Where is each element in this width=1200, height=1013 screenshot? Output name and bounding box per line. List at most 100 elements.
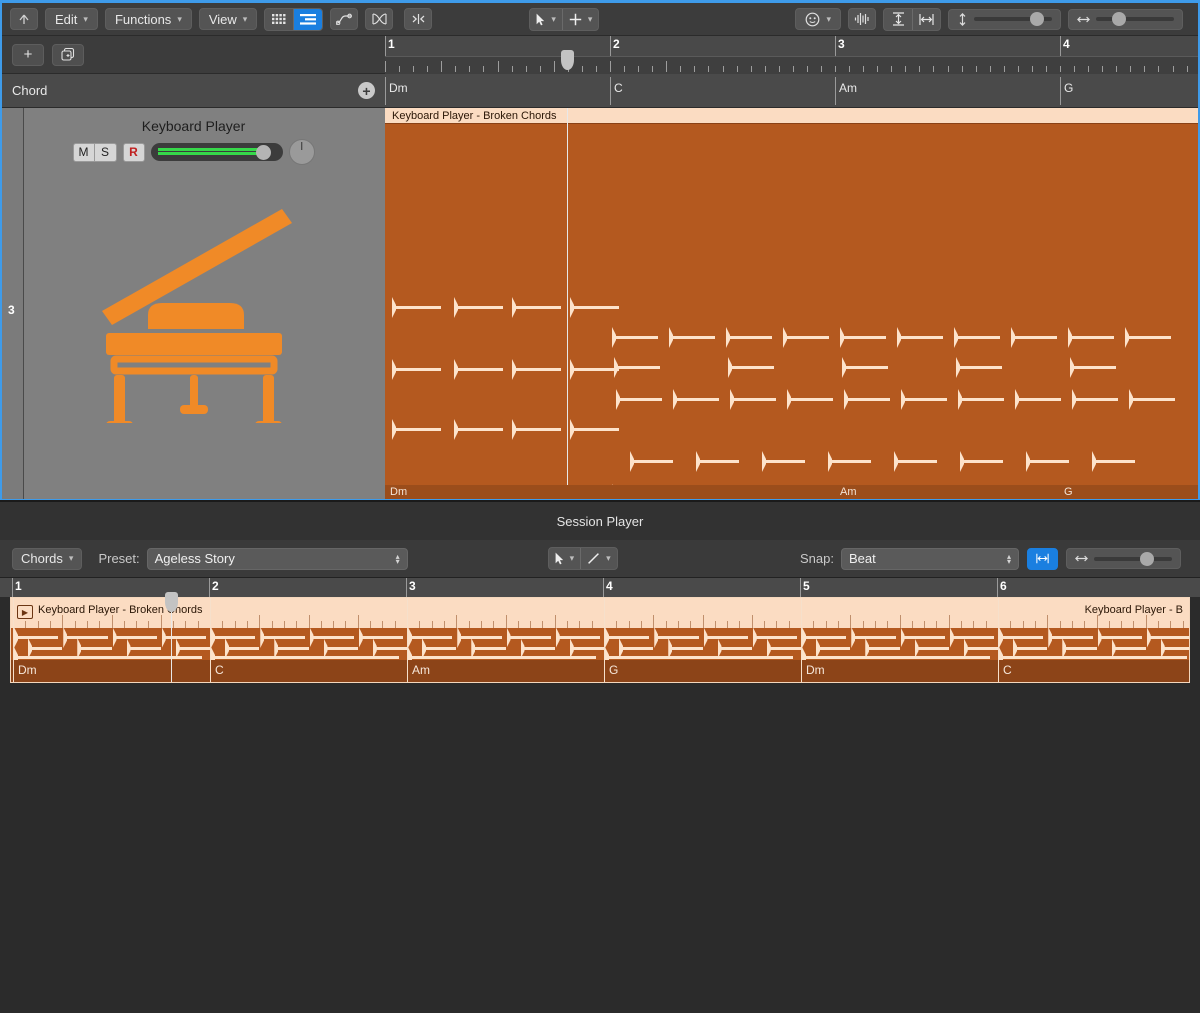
midi-note[interactable]	[393, 428, 441, 431]
midi-note[interactable]	[916, 647, 949, 650]
midi-note[interactable]	[128, 647, 161, 650]
midi-note[interactable]	[697, 460, 739, 463]
midi-note[interactable]	[472, 647, 505, 650]
midi-note[interactable]	[163, 636, 206, 639]
midi-note[interactable]	[843, 366, 888, 369]
midi-note[interactable]	[409, 636, 452, 639]
midi-note[interactable]	[423, 647, 456, 650]
crosshair-tool-icon[interactable]: ▾	[562, 9, 599, 30]
midi-note[interactable]	[1063, 647, 1096, 650]
midi-note[interactable]	[1148, 636, 1189, 639]
line-tool-icon[interactable]: ▾	[580, 548, 617, 569]
midi-note[interactable]	[961, 460, 1003, 463]
midi-note[interactable]	[768, 647, 801, 650]
midi-note[interactable]	[458, 636, 501, 639]
midi-note[interactable]	[617, 398, 662, 401]
midi-note[interactable]	[965, 647, 998, 650]
chord-label[interactable]: Am	[835, 81, 857, 95]
midi-note[interactable]	[1012, 336, 1057, 339]
mute-button[interactable]: M	[73, 143, 95, 162]
midi-note[interactable]	[959, 398, 1004, 401]
midi-note[interactable]	[719, 647, 752, 650]
chord-label[interactable]: G	[1060, 81, 1073, 95]
arrow-up-icon[interactable]	[10, 8, 38, 30]
preset-select[interactable]: Ageless Story ▴▾	[147, 548, 408, 570]
midi-note[interactable]	[829, 460, 871, 463]
flex-time-icon[interactable]	[404, 8, 432, 30]
midi-note[interactable]	[784, 336, 829, 339]
midi-note[interactable]	[571, 306, 619, 309]
vertical-zoom-slider[interactable]	[948, 9, 1061, 30]
midi-note[interactable]	[817, 647, 850, 650]
midi-note[interactable]	[1027, 460, 1069, 463]
midi-note[interactable]	[669, 647, 702, 650]
midi-draw-icon[interactable]	[365, 8, 393, 30]
midi-note[interactable]	[571, 647, 604, 650]
midi-note[interactable]	[393, 306, 441, 309]
midi-note[interactable]	[606, 656, 793, 659]
midi-note[interactable]	[613, 336, 658, 339]
chord-label[interactable]: C	[211, 663, 224, 677]
menu-view[interactable]: View ▾	[199, 8, 257, 30]
pan-knob[interactable]	[289, 139, 315, 165]
waveform-icon[interactable]	[848, 8, 876, 30]
solo-button[interactable]: S	[95, 143, 117, 162]
midi-note[interactable]	[955, 336, 1000, 339]
midi-note[interactable]	[374, 647, 407, 650]
midi-note[interactable]	[1016, 398, 1061, 401]
midi-note[interactable]	[957, 366, 1002, 369]
midi-note[interactable]	[763, 460, 805, 463]
midi-note[interactable]	[455, 428, 503, 431]
plus-circle-icon[interactable]: +	[358, 82, 375, 99]
midi-note[interactable]	[1049, 636, 1092, 639]
play-icon[interactable]: ▶	[17, 605, 33, 619]
playhead-handle[interactable]	[561, 50, 574, 70]
chord-label[interactable]: Dm	[802, 663, 825, 677]
editor-ruler[interactable]: 1234	[385, 36, 1198, 74]
duplicate-icon[interactable]	[52, 44, 84, 66]
zoom-fit-button[interactable]	[1027, 548, 1058, 570]
chord-label[interactable]: C	[610, 81, 623, 95]
midi-note[interactable]	[1113, 647, 1146, 650]
midi-note[interactable]	[226, 647, 259, 650]
midi-note[interactable]	[1071, 366, 1116, 369]
midi-note[interactable]	[393, 368, 441, 371]
midi-note[interactable]	[803, 656, 990, 659]
chord-label[interactable]: Dm	[385, 81, 408, 95]
midi-note[interactable]	[513, 428, 561, 431]
menu-edit[interactable]: Edit ▾	[45, 8, 98, 30]
grid-icon[interactable]	[265, 9, 293, 30]
midi-note[interactable]	[1099, 636, 1142, 639]
vertical-zoom-fit-icon[interactable]	[884, 9, 912, 30]
chord-label[interactable]: C	[999, 663, 1012, 677]
midi-note[interactable]	[674, 398, 719, 401]
midi-note[interactable]	[631, 460, 673, 463]
chord-label[interactable]: Am	[408, 663, 430, 677]
midi-note[interactable]	[212, 636, 255, 639]
midi-note[interactable]	[522, 647, 555, 650]
midi-note[interactable]	[409, 656, 596, 659]
automation-curve-icon[interactable]	[330, 8, 358, 30]
midi-note[interactable]	[571, 368, 619, 371]
midi-note[interactable]	[898, 336, 943, 339]
midi-note[interactable]	[455, 368, 503, 371]
midi-note[interactable]	[1093, 460, 1135, 463]
midi-note[interactable]	[615, 366, 660, 369]
midi-note[interactable]	[212, 656, 399, 659]
midi-note[interactable]	[571, 428, 619, 431]
piano-roll-canvas[interactable]: Keyboard Player - Broken Chords DmAmG	[385, 108, 1198, 499]
session-zoom-slider[interactable]	[1066, 548, 1181, 569]
note-pad-icon[interactable]: ▾	[795, 8, 841, 30]
midi-note[interactable]	[1000, 656, 1187, 659]
pointer-tool-icon[interactable]: ▾	[549, 548, 581, 569]
midi-note[interactable]	[114, 636, 157, 639]
midi-note[interactable]	[311, 636, 354, 639]
midi-note[interactable]	[852, 636, 895, 639]
volume-slider[interactable]	[151, 143, 283, 161]
midi-note[interactable]	[951, 636, 994, 639]
chord-track[interactable]: Dm C Am G	[385, 74, 1198, 108]
midi-note[interactable]	[803, 636, 846, 639]
midi-note[interactable]	[275, 647, 308, 650]
midi-note[interactable]	[1014, 647, 1047, 650]
midi-note[interactable]	[15, 656, 202, 659]
